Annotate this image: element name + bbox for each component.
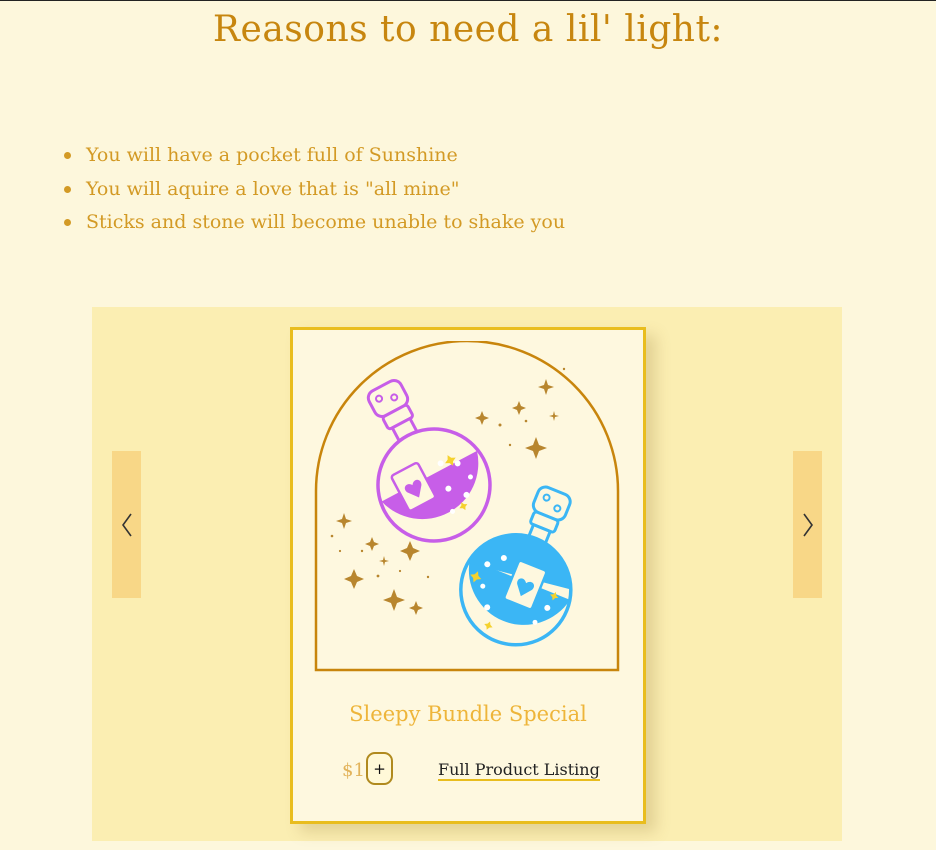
product-carousel: Sleepy Bundle Special $1 + Full Product … bbox=[92, 307, 842, 841]
chevron-left-icon bbox=[121, 513, 132, 536]
list-item-text: Sticks and stone will become unable to s… bbox=[86, 211, 566, 233]
bullet-icon bbox=[64, 152, 71, 159]
carousel-next-button[interactable] bbox=[793, 451, 822, 598]
add-to-cart-button[interactable]: + bbox=[366, 752, 393, 785]
product-title[interactable]: Sleepy Bundle Special bbox=[293, 702, 643, 726]
page-heading: Reasons to need a lil' light: bbox=[212, 9, 724, 50]
bullet-icon bbox=[64, 185, 71, 193]
reasons-list: You will have a pocket full of Sunshine … bbox=[62, 139, 565, 240]
potion-bottles-image[interactable] bbox=[314, 341, 620, 672]
chevron-right-icon bbox=[802, 513, 813, 536]
bullet-icon bbox=[64, 219, 71, 226]
list-item: You will aquire a love that is "all mine… bbox=[62, 173, 565, 207]
list-item-text: You will have a pocket full of Sunshine bbox=[86, 144, 458, 166]
carousel-prev-button[interactable] bbox=[112, 451, 141, 598]
product-card: Sleepy Bundle Special $1 + Full Product … bbox=[290, 327, 646, 824]
full-product-listing-link[interactable]: Full Product Listing bbox=[438, 760, 600, 781]
list-item-text: You will aquire a love that is "all mine… bbox=[86, 177, 460, 200]
product-price: $1 bbox=[342, 760, 365, 781]
list-item: Sticks and stone will become unable to s… bbox=[62, 206, 565, 240]
list-item: You will have a pocket full of Sunshine bbox=[62, 139, 565, 173]
